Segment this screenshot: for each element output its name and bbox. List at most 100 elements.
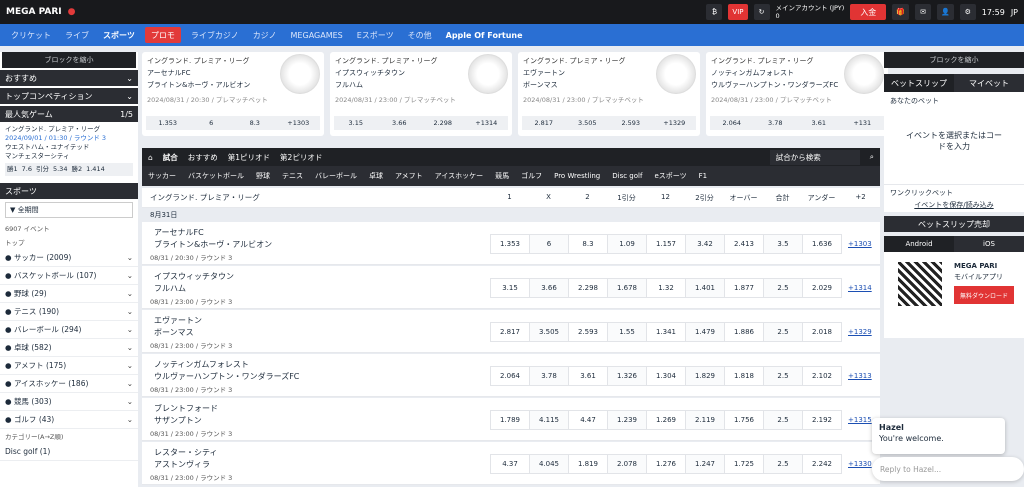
sport-filter[interactable]: 卓球	[369, 171, 383, 181]
match-more-link[interactable]: +1313	[848, 372, 872, 380]
odds-cell[interactable]: 1.239	[607, 410, 647, 430]
odds-cell[interactable]: 2.298	[568, 278, 608, 298]
odds-cell[interactable]: 1.636	[802, 234, 842, 254]
odds-cell[interactable]: 1.401	[685, 278, 725, 298]
odds-cell[interactable]: 1.247	[685, 454, 725, 474]
tab-second-period[interactable]: 第2ピリオド	[280, 152, 322, 163]
odds-cell[interactable]: 2.064	[490, 366, 530, 386]
odds-cell[interactable]: 2.119	[685, 410, 725, 430]
match-team1[interactable]: エヴァートン	[154, 315, 202, 327]
logo[interactable]: MEGA PARI ●	[6, 7, 75, 17]
tab-first-period[interactable]: 第1ピリオド	[228, 152, 270, 163]
featured-card[interactable]: イングランド. プレミア・リーグ イプスウィッチタウン フルハム 2024/08…	[330, 52, 512, 136]
sport-filter[interactable]: eスポーツ	[654, 171, 686, 181]
odds-cell[interactable]: 2.593	[568, 322, 608, 342]
odds-cell[interactable]: 8.3	[568, 234, 608, 254]
sport-filter[interactable]: F1	[699, 172, 707, 180]
tab-android[interactable]: Android	[884, 236, 954, 252]
odds-cell[interactable]: 4.045	[529, 454, 569, 474]
user-icon[interactable]: 👤	[937, 4, 954, 20]
odds-cell[interactable]: 4.47	[568, 410, 608, 430]
nav-apple-of-fortune[interactable]: Apple Of Fortune	[439, 24, 530, 46]
card-odd-x[interactable]: 3.505	[566, 119, 610, 127]
match-team1[interactable]: アーセナルFC	[154, 227, 272, 239]
right-collapse-button[interactable]: ブロックを縮小	[884, 52, 1024, 68]
league-title[interactable]: イングランド. プレミア・リーグ	[150, 192, 260, 203]
card-odd-x[interactable]: 3.66	[378, 119, 422, 127]
match-team2[interactable]: サザンプトン	[154, 415, 218, 427]
sport-item[interactable]: ● アイスホッケー (186) ⌄	[0, 375, 138, 393]
match-more-link[interactable]: +1303	[848, 240, 872, 248]
mail-icon[interactable]: ✉	[915, 4, 932, 20]
nav-more[interactable]: その他	[401, 24, 439, 46]
sport-item[interactable]: ● アメフト (175) ⌄	[0, 357, 138, 375]
sport-filter[interactable]: Pro Wrestling	[554, 172, 600, 180]
match-team1[interactable]: イプスウィッチタウン	[154, 271, 234, 283]
refresh-icon[interactable]: ↻	[753, 4, 770, 20]
odds-cell[interactable]: 1.55	[607, 322, 647, 342]
sport-filter[interactable]: 競馬	[495, 171, 509, 181]
odds-cell[interactable]: 1.829	[685, 366, 725, 386]
sport-item[interactable]: ● バスケットボール (107) ⌄	[0, 267, 138, 285]
nav-live-casino[interactable]: ライブカジノ	[184, 24, 246, 46]
card-more[interactable]: +1314	[465, 119, 509, 127]
match-team1[interactable]: ノッティンガムフォレスト	[154, 359, 299, 371]
match-team2[interactable]: アストンヴィラ	[154, 459, 218, 471]
sport-item[interactable]: ● ゴルフ (43) ⌄	[0, 411, 138, 429]
match-team2[interactable]: ブライトン&ホーヴ・アルビオン	[154, 239, 272, 251]
nav-sports[interactable]: スポーツ	[96, 24, 142, 46]
top-competitions-section[interactable]: トップコンペティション ⌄	[0, 88, 138, 104]
featured-card[interactable]: イングランド. プレミア・リーグ ノッティンガムフォレスト ウルヴァーハンプトン…	[706, 52, 888, 136]
sport-item[interactable]: ● テニス (190) ⌄	[0, 303, 138, 321]
deposit-button[interactable]: 入金	[850, 4, 887, 20]
odds-cell[interactable]: 3.5	[763, 234, 803, 254]
settings-icon[interactable]: ⚙	[959, 4, 976, 20]
match-team2[interactable]: ウルヴァーハンプトン・ワンダラーズFC	[154, 371, 299, 383]
odds-cell[interactable]: 1.789	[490, 410, 530, 430]
card-odd-1[interactable]: 1.353	[146, 119, 190, 127]
left-collapse-button[interactable]: ブロックを縮小	[2, 52, 136, 68]
sport-filter[interactable]: バレーボール	[315, 171, 357, 181]
nav-casino[interactable]: カジノ	[246, 24, 284, 46]
odds-cell[interactable]: 4.115	[529, 410, 569, 430]
odds-cell[interactable]: 2.5	[763, 322, 803, 342]
booking-button[interactable]: ベットスリップ売却	[884, 216, 1024, 232]
match-more-link[interactable]: +1314	[848, 284, 872, 292]
match-row[interactable]: ブレントフォード サザンプトン 08/31 / 23:00 / ラウンド 3 1…	[142, 398, 880, 441]
odds-cell[interactable]: 4.37	[490, 454, 530, 474]
tab-featured[interactable]: おすすめ	[188, 152, 218, 163]
popular-odd-value[interactable]: 5.34	[53, 165, 67, 174]
odds-cell[interactable]: 2.5	[763, 454, 803, 474]
card-more[interactable]: +1329	[653, 119, 697, 127]
odds-cell[interactable]: 1.877	[724, 278, 764, 298]
odds-cell[interactable]: 1.157	[646, 234, 686, 254]
card-odd-2[interactable]: 2.298	[421, 119, 465, 127]
language-select[interactable]: JP	[1011, 8, 1018, 17]
odds-cell[interactable]: 3.78	[529, 366, 569, 386]
popular-games-section[interactable]: 最人気ゲーム 1/5	[0, 106, 138, 122]
match-row[interactable]: ノッティンガムフォレスト ウルヴァーハンプトン・ワンダラーズFC 08/31 /…	[142, 354, 880, 397]
popular-pager[interactable]: 1/5	[120, 110, 133, 119]
sport-filter[interactable]: アイスホッケー	[435, 171, 483, 181]
sport-item[interactable]: ● 卓球 (582) ⌄	[0, 339, 138, 357]
home-icon[interactable]: ⌂	[148, 153, 153, 162]
odds-cell[interactable]: 1.353	[490, 234, 530, 254]
nav-cricket[interactable]: クリケット	[4, 24, 58, 46]
vip-button[interactable]: VIP	[728, 4, 748, 20]
odds-cell[interactable]: 2.102	[802, 366, 842, 386]
search-icon[interactable]: ⌕	[870, 152, 874, 162]
nav-esports[interactable]: Eスポーツ	[350, 24, 401, 46]
odds-cell[interactable]: 1.09	[607, 234, 647, 254]
match-more-link[interactable]: +1329	[848, 328, 872, 336]
match-row[interactable]: レスター・シティ アストンヴィラ 08/31 / 23:00 / ラウンド 3 …	[142, 442, 880, 485]
popular-odd-value[interactable]: 1.414	[86, 165, 105, 174]
match-team2[interactable]: フルハム	[154, 283, 234, 295]
odds-cell[interactable]: 3.66	[529, 278, 569, 298]
odds-cell[interactable]: 2.5	[763, 278, 803, 298]
match-team2[interactable]: ボーンマス	[154, 327, 202, 339]
popular-odd-value[interactable]: 7.6	[22, 165, 32, 174]
card-odd-1[interactable]: 3.15	[334, 119, 378, 127]
odds-cell[interactable]: 2.192	[802, 410, 842, 430]
sport-disc-golf[interactable]: Disc golf (1)	[0, 443, 138, 461]
tab-matches[interactable]: 試合	[163, 152, 178, 163]
